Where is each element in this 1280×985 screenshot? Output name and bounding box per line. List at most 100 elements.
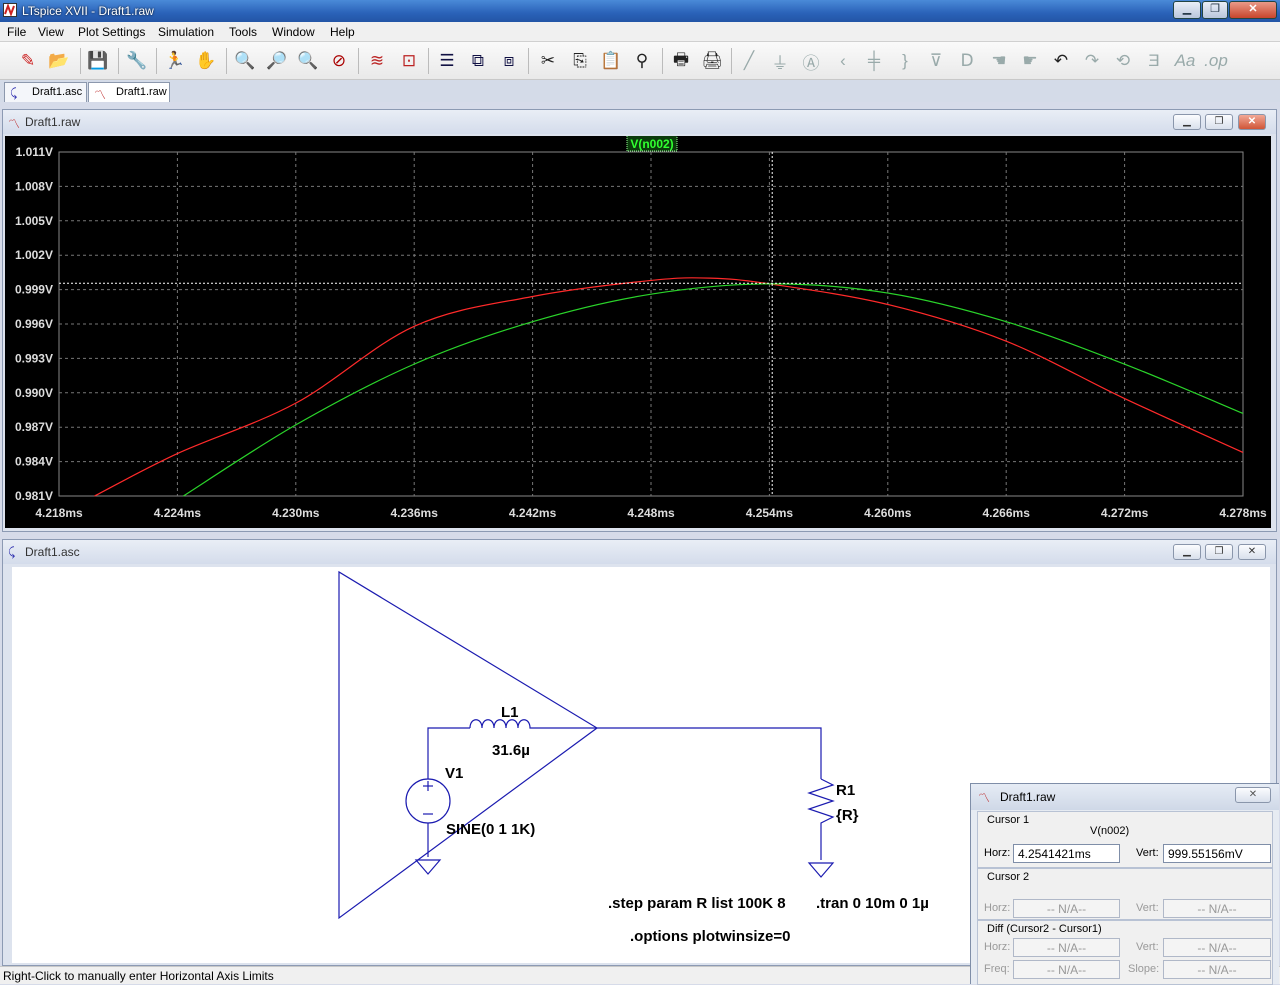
diff-vert-label: Vert: [1136, 941, 1159, 953]
ground-r1-symbol [807, 862, 835, 878]
r1-value-label[interactable]: {R} [836, 807, 859, 824]
inductor-icon[interactable]: } [892, 48, 918, 74]
l1-name-label[interactable]: L1 [501, 704, 519, 721]
cursor-window-close-button[interactable]: ✕ [1235, 787, 1271, 803]
run-icon[interactable]: 🏃 [162, 48, 188, 74]
cursor-window-title: Draft1.raw [1000, 790, 1056, 804]
pan-hand-icon[interactable]: ✋ [193, 48, 219, 74]
rotate-icon[interactable]: ⟲ [1110, 48, 1136, 74]
schematic-window-title: Draft1.asc [25, 545, 80, 559]
diff-vert-field[interactable]: -- N/A-- [1163, 938, 1271, 957]
schematic-window-titlebar[interactable]: ⤹ Draft1.asc ▁ ❐ ✕ [3, 540, 1276, 564]
resistor-icon[interactable]: ‹ [830, 48, 856, 74]
drag-hand-icon[interactable]: ☛ [1017, 48, 1043, 74]
waveform-window-titlebar[interactable]: 〽 Draft1.raw ▁ ❐ ✕ [3, 110, 1276, 134]
capacitor-icon[interactable]: ╪ [861, 48, 887, 74]
new-schematic-icon[interactable]: ✎ [15, 48, 41, 74]
menu-window[interactable]: Window [272, 25, 315, 39]
r1-name-label[interactable]: R1 [836, 782, 855, 799]
spice-directive-icon[interactable]: .op [1203, 48, 1229, 74]
zoom-in-icon[interactable]: 🔍 [232, 48, 258, 74]
cursor-window-titlebar[interactable]: 〽 Draft1.raw ✕ [971, 784, 1279, 810]
tab-draft1-raw[interactable]: 〽 Draft1.raw [88, 82, 170, 102]
v1-name-label[interactable]: V1 [445, 765, 463, 782]
cursor2-label: Cursor 2 [987, 871, 1030, 883]
schematic-close-button[interactable]: ✕ [1238, 544, 1266, 560]
undo-icon[interactable]: ↶ [1048, 48, 1074, 74]
waveform-plot[interactable]: 4.218ms 4.224ms 4.230ms 4.236ms 4.242ms 4.248… [5, 136, 1271, 528]
y-tick-label: 0.990V [15, 386, 53, 400]
waveform-minimize-button[interactable]: ▁ [1173, 114, 1201, 130]
menu-simulation[interactable]: Simulation [158, 25, 214, 39]
redo-icon[interactable]: ↷ [1079, 48, 1105, 74]
print-setup-icon[interactable]: 🖨 [699, 48, 725, 74]
menu-tools[interactable]: Tools [229, 25, 257, 39]
autoscale-icon[interactable]: ≋ [364, 48, 390, 74]
ground-icon[interactable]: ⏚ [767, 48, 793, 74]
resistor-r1-symbol[interactable] [807, 778, 835, 827]
v1-value-label[interactable]: SINE(0 1 1K) [446, 821, 535, 838]
waveform-icon: 〽 [978, 791, 991, 805]
freq-field[interactable]: -- N/A-- [1013, 960, 1120, 979]
step-directive[interactable]: .step param R list 100K 8 [608, 895, 786, 912]
tile-horizontal-icon[interactable]: ☰ [434, 48, 460, 74]
label-net-icon[interactable]: Ⓐ [798, 48, 824, 74]
component-icon[interactable]: ᗞ [954, 48, 980, 74]
find-icon[interactable]: ⚲ [629, 48, 655, 74]
zoom-full-icon[interactable]: ⊘ [326, 48, 352, 74]
cascade-icon[interactable]: ⧉ [465, 48, 491, 74]
restore-button[interactable]: ❐ [1202, 1, 1228, 19]
waveform-close-button[interactable]: ✕ [1238, 114, 1266, 130]
cursor1-trace-name: V(n002) [1090, 825, 1130, 837]
menu-plot-settings[interactable]: Plot Settings [78, 25, 145, 39]
wire-top-right[interactable] [540, 727, 822, 779]
mirror-icon[interactable]: Ǝ [1141, 48, 1167, 74]
menu-view[interactable]: View [38, 25, 64, 39]
zoom-area-icon[interactable]: 🔎 [264, 48, 290, 74]
waveform-svg[interactable]: 4.218ms 4.224ms 4.230ms 4.236ms 4.242ms 4.248… [5, 136, 1271, 528]
move-hand-icon[interactable]: ☚ [986, 48, 1012, 74]
menu-help[interactable]: Help [330, 25, 355, 39]
copy-icon[interactable]: ⎘ [567, 48, 593, 74]
y-tick-label: 1.005V [15, 214, 53, 228]
schematic-minimize-button[interactable]: ▁ [1173, 544, 1201, 560]
slope-field[interactable]: -- N/A-- [1163, 960, 1271, 979]
paste-icon[interactable]: 📋 [598, 48, 624, 74]
cursor2-vert-label: Vert: [1136, 902, 1159, 914]
waveform-maximize-button[interactable]: ❐ [1205, 114, 1233, 130]
tab-draft1-asc[interactable]: ⤹ Draft1.asc [4, 82, 87, 102]
y-tick-label: 0.996V [15, 317, 53, 331]
ltspice-app-icon[interactable] [3, 3, 17, 17]
wire-icon[interactable]: ╱ [736, 48, 762, 74]
cursor1-group: Cursor 1 V(n002) Horz: 4.2541421ms Vert:… [977, 811, 1273, 868]
diff-horz-field[interactable]: -- N/A-- [1013, 938, 1120, 957]
minimize-button[interactable]: ▁ [1173, 1, 1201, 19]
schematic-maximize-button[interactable]: ❐ [1205, 544, 1233, 560]
l1-value-label[interactable]: 31.6µ [492, 742, 530, 759]
cursor1-horz-field[interactable]: 4.2541421ms [1013, 844, 1120, 863]
opamp-triangle-shape[interactable] [338, 570, 599, 920]
zoom-out-icon[interactable]: 🔍 [295, 48, 321, 74]
x-tick-label: 4.278ms [1219, 506, 1267, 520]
x-tick-label: 4.272ms [1101, 506, 1149, 520]
text-icon[interactable]: Aa [1172, 48, 1198, 74]
cursor2-vert-field[interactable]: -- N/A-- [1163, 899, 1271, 918]
tran-directive[interactable]: .tran 0 10m 0 1µ [816, 895, 929, 912]
diode-icon[interactable]: ⊽ [923, 48, 949, 74]
trace-line-1[interactable] [94, 277, 1244, 497]
cursor2-horz-field[interactable]: -- N/A-- [1013, 899, 1120, 918]
cut-icon[interactable]: ✂ [535, 48, 561, 74]
open-folder-icon[interactable]: 📂 [46, 48, 72, 74]
close-button[interactable]: ✕ [1229, 1, 1277, 19]
print-icon[interactable]: 🖶 [668, 48, 694, 74]
options-directive[interactable]: .options plotwinsize=0 [630, 928, 790, 945]
plot-settings-icon[interactable]: ⊡ [396, 48, 422, 74]
trace-label-vn002[interactable]: V(n002) [630, 137, 673, 151]
control-panel-icon[interactable]: 🔧 [124, 48, 150, 74]
x-tick-label: 4.236ms [391, 506, 439, 520]
save-icon[interactable]: 💾 [85, 48, 111, 74]
tile-vertical-icon[interactable]: ⧈ [496, 48, 522, 74]
trace-line-2[interactable] [182, 283, 1244, 497]
menu-file[interactable]: File [7, 25, 26, 39]
cursor1-vert-field[interactable]: 999.55156mV [1163, 844, 1271, 863]
